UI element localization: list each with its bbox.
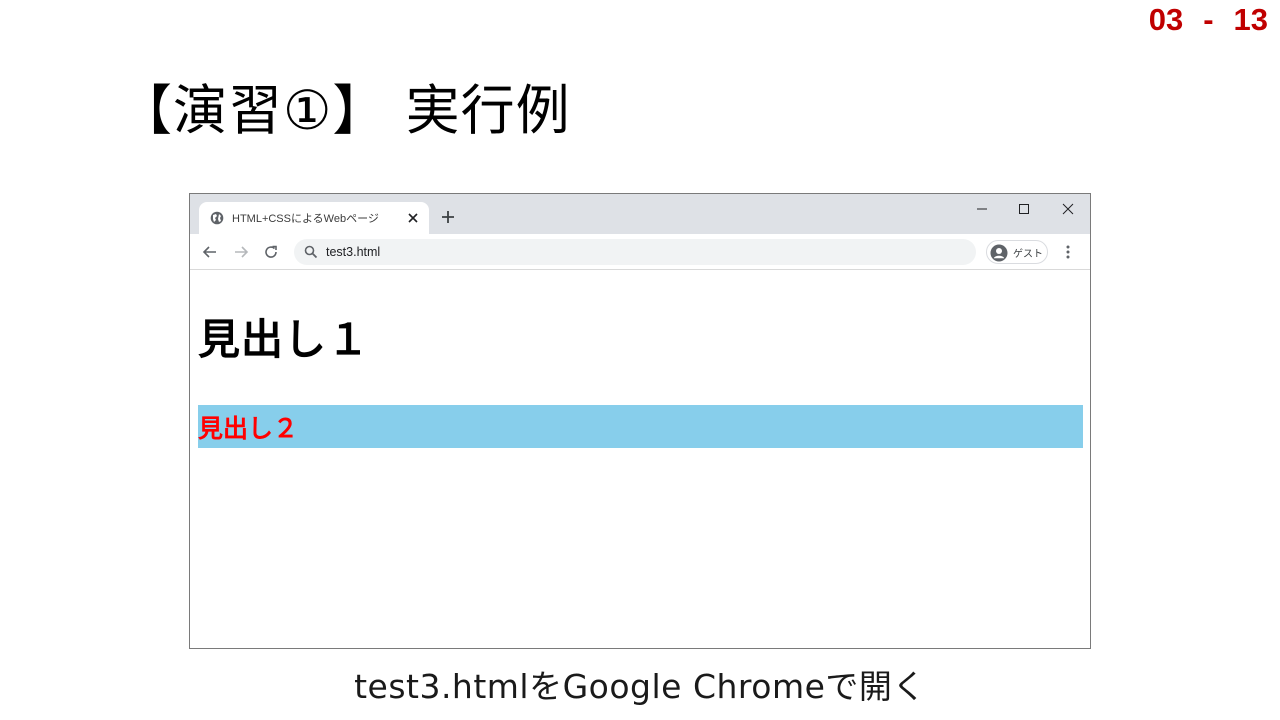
profile-button[interactable]: ゲスト <box>986 240 1048 264</box>
reload-icon[interactable] <box>263 244 279 260</box>
slide-number: 03 - 13 <box>1149 2 1268 38</box>
search-icon <box>304 245 318 259</box>
heading-1: 見出し１ <box>198 315 371 364</box>
slide-caption: test3.htmlをGoogle Chromeで開く <box>354 667 926 706</box>
slide-number-separator: - <box>1203 2 1214 37</box>
globe-icon <box>210 211 224 225</box>
browser-window: HTML+CSSによるWebページ test3.html ゲスト 見出し１ 見出… <box>189 193 1091 649</box>
browser-toolbar: test3.html ゲスト <box>190 234 1090 270</box>
minimize-icon[interactable] <box>975 202 989 216</box>
more-menu-icon[interactable] <box>1062 244 1074 260</box>
heading-2-block: 見出し２ <box>198 405 1083 448</box>
url-text[interactable]: test3.html <box>326 245 380 259</box>
chapter-number: 03 <box>1148 2 1184 37</box>
forward-arrow-icon[interactable] <box>233 244 249 260</box>
slide-title: 【演習①】 実行例 <box>118 79 571 142</box>
profile-label: ゲスト <box>1013 249 1043 260</box>
maximize-icon[interactable] <box>1017 202 1031 216</box>
page-viewport: 見出し１ 見出し２ <box>190 270 1090 648</box>
browser-tab[interactable]: HTML+CSSによるWebページ <box>199 202 429 234</box>
avatar-icon <box>990 244 1008 262</box>
window-close-icon[interactable] <box>1061 202 1075 216</box>
new-tab-icon[interactable] <box>441 210 455 224</box>
page-number: 13 <box>1233 2 1268 37</box>
address-bar[interactable]: test3.html <box>294 239 976 265</box>
tab-strip: HTML+CSSによるWebページ <box>190 194 1090 234</box>
close-icon[interactable] <box>407 212 419 224</box>
back-arrow-icon[interactable] <box>202 244 218 260</box>
tab-title: HTML+CSSによるWebページ <box>232 213 379 225</box>
heading-2: 見出し２ <box>198 414 299 443</box>
